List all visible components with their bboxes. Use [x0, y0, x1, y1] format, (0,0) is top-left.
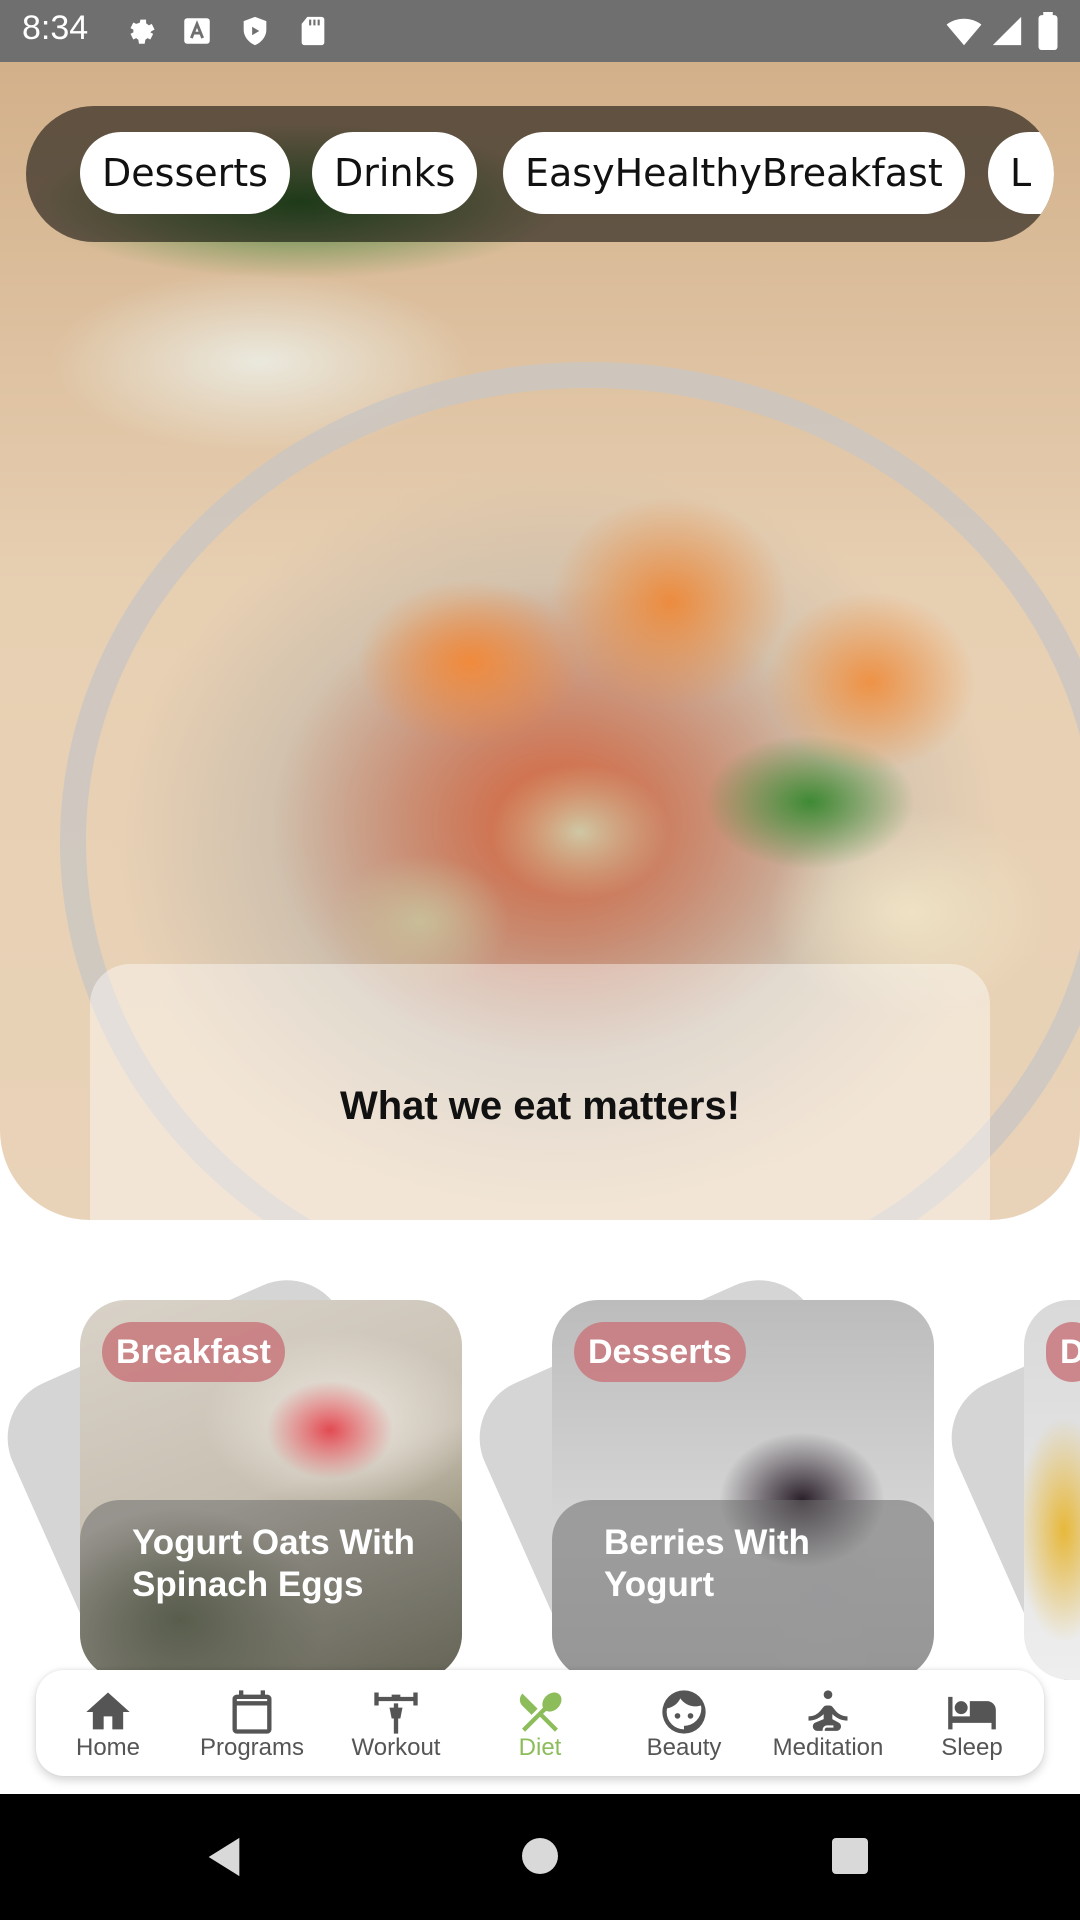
shield-icon: [243, 16, 267, 46]
system-nav-bar: [0, 1794, 1080, 1920]
category-chips[interactable]: Desserts Drinks EasyHealthyBreakfast L: [26, 106, 1054, 242]
back-icon[interactable]: [204, 1834, 244, 1880]
chip-desserts[interactable]: Desserts: [80, 132, 290, 214]
nav-label: Programs: [199, 1734, 305, 1761]
bed-icon: [948, 1696, 996, 1730]
nav-label: Diet: [518, 1734, 562, 1761]
tagline: What we eat matters!: [339, 1084, 741, 1128]
recipe-title-panel: Berries With Yogurt: [552, 1500, 934, 1680]
nav-meditation[interactable]: Meditation: [756, 1670, 900, 1776]
recents-icon[interactable]: [830, 1836, 870, 1876]
nav-beauty[interactable]: Beauty: [612, 1670, 756, 1776]
hero-banner: Desserts Drinks EasyHealthyBreakfast L W…: [0, 62, 1080, 1220]
chip-drinks[interactable]: Drinks: [312, 132, 478, 214]
status-bar: 8:34: [0, 0, 1080, 62]
bottom-nav: Home Programs Workout Diet Beauty Medita…: [36, 1670, 1044, 1776]
signal-icon: [992, 16, 1022, 46]
sd-card-icon: [301, 16, 325, 46]
tagline-panel: What we eat matters!: [90, 964, 990, 1220]
recipe-card-2-wrapper: Desserts Berries With Yogurt: [460, 1260, 934, 1709]
battery-icon: [1038, 12, 1058, 50]
recipe-card-1-wrapper: Breakfast Yogurt Oats With Spinach Eggs: [0, 1260, 462, 1709]
fork-knife-icon: [519, 1692, 562, 1732]
recipe-title-panel: Yogurt Oats With Spinach Eggs: [80, 1500, 462, 1680]
settings-icon: [130, 19, 155, 44]
nav-home[interactable]: Home: [36, 1670, 180, 1776]
recipe-card[interactable]: Breakfast Yogurt Oats With Spinach Eggs: [80, 1300, 462, 1680]
wifi-icon: [946, 18, 982, 46]
weightlifter-icon: [374, 1692, 418, 1734]
home-circle-icon[interactable]: [520, 1836, 560, 1876]
recipe-card[interactable]: D: [1024, 1300, 1080, 1680]
recipe-title: Berries With Yogurt: [604, 1523, 810, 1604]
status-time: 8:34: [22, 9, 89, 47]
nav-sleep[interactable]: Sleep: [900, 1670, 1044, 1776]
recipe-tag: Desserts: [574, 1322, 746, 1382]
recipe-title: Yogurt Oats With Spinach Eggs: [132, 1523, 415, 1604]
home-icon: [86, 1692, 130, 1730]
nav-label: Workout: [351, 1734, 441, 1761]
calendar-icon: [232, 1690, 272, 1734]
nav-workout[interactable]: Workout: [324, 1670, 468, 1776]
nav-label: Sleep: [941, 1734, 1003, 1761]
nav-diet[interactable]: Diet: [468, 1670, 612, 1776]
recipe-card-3-wrapper: D: [944, 1260, 1080, 1680]
nav-programs[interactable]: Programs: [180, 1670, 324, 1776]
nav-label: Meditation: [772, 1734, 884, 1761]
chip-easy-healthy-breakfast[interactable]: EasyHealthyBreakfast: [503, 132, 965, 214]
recipe-card[interactable]: Desserts Berries With Yogurt: [552, 1300, 934, 1680]
nav-label: Beauty: [646, 1734, 722, 1761]
face-icon: [662, 1690, 706, 1734]
recipe-tag: Breakfast: [102, 1322, 285, 1382]
chip-partial[interactable]: L: [988, 132, 1054, 214]
nav-label: Home: [75, 1734, 141, 1761]
recipe-tag: D: [1046, 1322, 1080, 1382]
font-a-icon: [184, 18, 210, 44]
meditation-icon: [808, 1690, 848, 1731]
